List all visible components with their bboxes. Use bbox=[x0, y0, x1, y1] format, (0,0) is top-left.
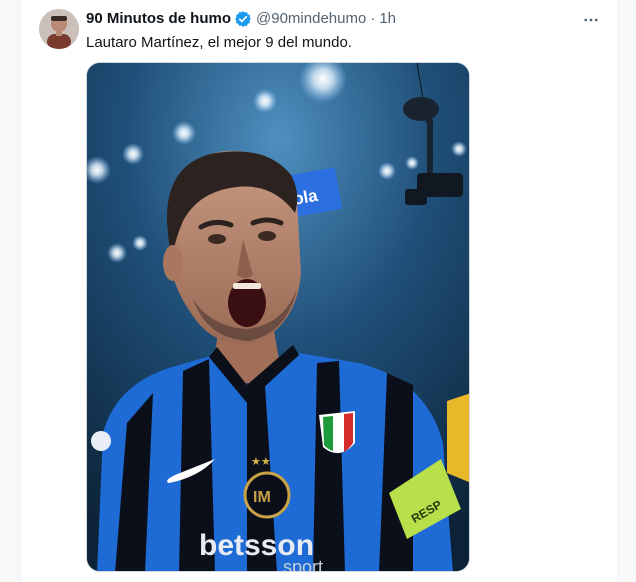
stadium-light bbox=[122, 143, 144, 165]
stadium-light bbox=[132, 235, 148, 251]
stadium-light bbox=[107, 243, 127, 263]
user-handle[interactable]: @90mindehumo bbox=[256, 9, 366, 29]
tweet-header: 90 Minutos de humo @90mindehumo · 1h bbox=[86, 9, 396, 29]
svg-text:★★: ★★ bbox=[251, 455, 271, 468]
more-horizontal-icon[interactable] bbox=[579, 8, 603, 32]
stadium-light bbox=[451, 141, 467, 157]
timestamp[interactable]: 1h bbox=[379, 9, 396, 29]
tweet-media-photo[interactable]: cola RESP ★★ IM betsson sport bbox=[86, 62, 470, 572]
svg-text:IM: IM bbox=[253, 489, 271, 506]
tweet-card[interactable]: 90 Minutos de humo @90mindehumo · 1h Lau… bbox=[20, 0, 618, 582]
avatar[interactable] bbox=[39, 9, 79, 49]
corner-flag bbox=[447, 393, 469, 483]
separator-dot: · bbox=[370, 10, 376, 27]
tweet-text: Lautaro Martínez, el mejor 9 del mundo. bbox=[86, 34, 352, 51]
stadium-light bbox=[378, 162, 396, 180]
display-name[interactable]: 90 Minutos de humo bbox=[86, 9, 231, 29]
verified-badge-icon bbox=[234, 10, 252, 28]
sponsor-subtext: sport bbox=[283, 557, 323, 572]
stadium-light bbox=[253, 89, 277, 113]
stadium-light bbox=[172, 121, 196, 145]
italy-shield bbox=[319, 411, 355, 454]
stadium-light bbox=[405, 156, 419, 170]
champions-league-patch bbox=[91, 431, 111, 451]
